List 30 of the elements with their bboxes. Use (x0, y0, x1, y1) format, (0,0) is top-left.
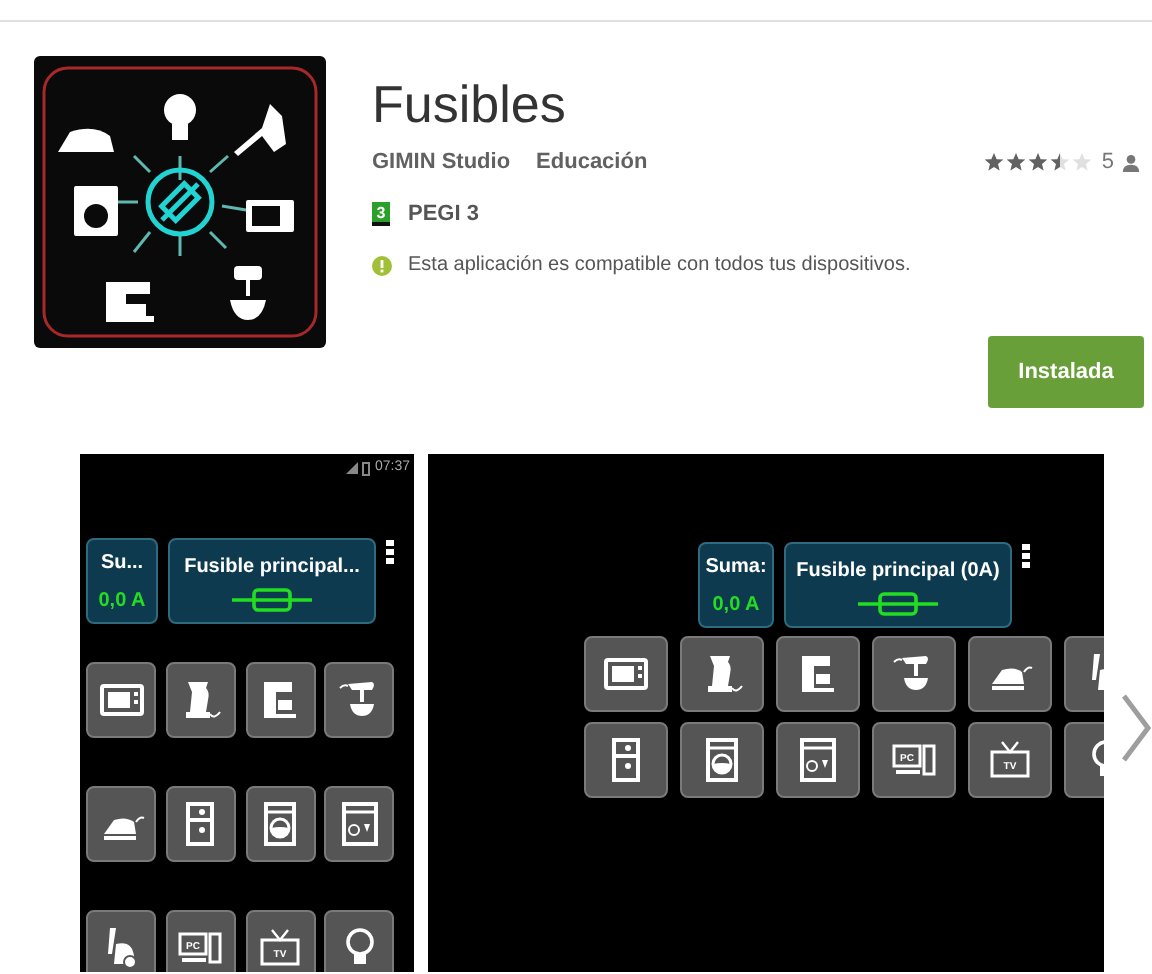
main-fuse-card[interactable]: Fusible principal (0A) (784, 542, 1012, 628)
sum-value: 0,0 A (98, 587, 146, 615)
fuse-label: Fusible principal (0A) (796, 557, 1000, 585)
overflow-menu-icon[interactable] (386, 540, 394, 564)
sum-label: Suma: (705, 553, 767, 581)
sum-value: 0,0 A (712, 591, 760, 619)
sum-label: Su... (100, 549, 144, 577)
star-icon (1005, 152, 1026, 173)
star-icon (1071, 152, 1092, 173)
fuse-icon (232, 587, 312, 611)
app-icon (34, 56, 326, 348)
star-icon (1049, 152, 1070, 173)
main-fuse-card[interactable]: Fusible principal... (168, 538, 376, 624)
app-title: Fusibles (372, 74, 566, 134)
dishwasher-icon (794, 736, 842, 784)
rating-count: 5 (1101, 148, 1114, 178)
fuse-label: Fusible principal... (184, 553, 360, 581)
signal-icon (346, 462, 359, 474)
person-icon (1122, 153, 1140, 172)
star-icon (983, 152, 1004, 173)
info-icon (372, 255, 392, 275)
developer-link[interactable]: GIMIN Studio (372, 146, 511, 179)
category-link[interactable]: Educación (536, 146, 648, 179)
compatibility-text: Esta aplicación es compatible con todos tus dispositivos. (408, 252, 911, 280)
overflow-menu-icon[interactable] (1022, 544, 1030, 568)
star-icon (1027, 152, 1048, 173)
content-rating: PEGI 3 (408, 199, 479, 229)
fuse-icon (858, 591, 938, 615)
pegi-badge: 3 (372, 201, 390, 226)
battery-icon (362, 461, 371, 475)
